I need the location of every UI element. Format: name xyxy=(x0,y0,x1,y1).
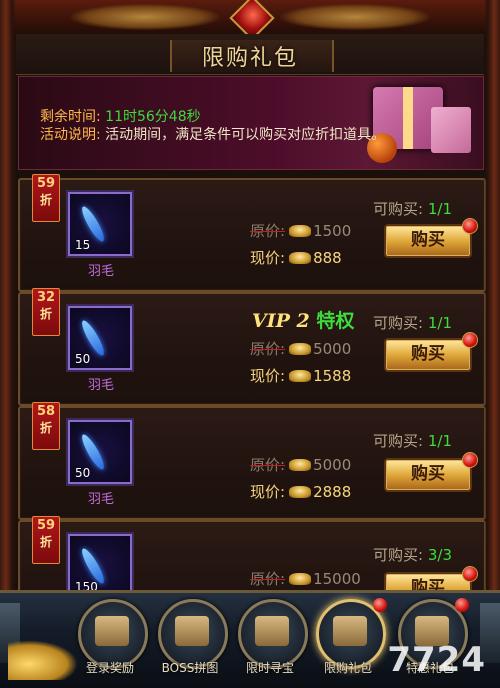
shop-item-row: 32 折 50 羽毛 VIP 2 特权 原价: 5000 现价: 1588 可购买:… xyxy=(18,288,486,406)
gold-coins-icon xyxy=(8,640,78,680)
purchase-limit: 可购买: 3/3 xyxy=(373,546,452,564)
tab-label: BOSS拼图 xyxy=(161,661,219,675)
current-price: 现价: 1588 xyxy=(250,367,352,385)
dragon-ornament-icon xyxy=(70,4,220,30)
item-slot[interactable]: 50 xyxy=(68,306,132,370)
page-title: 限购礼包 xyxy=(201,46,298,71)
gold-ingot-icon xyxy=(289,252,312,264)
item-quantity: 15 xyxy=(75,238,91,252)
remaining-time: 剩余时间: 11时56分48秒 xyxy=(40,106,201,126)
gold-ingot-icon xyxy=(289,225,312,237)
treasure-chest-icon xyxy=(255,616,289,646)
tab-label: 限时寻宝 xyxy=(245,661,294,675)
gift-box-icon xyxy=(95,616,129,646)
gold-ingot-icon xyxy=(289,370,312,382)
buy-button[interactable]: 购买 xyxy=(384,218,478,258)
gold-ingot-icon xyxy=(289,486,312,498)
dragon-ornament-icon xyxy=(280,4,430,30)
purchase-limit: 可购买: 1/1 xyxy=(373,314,452,332)
notification-dot-icon xyxy=(462,332,478,348)
buy-button[interactable]: 购买 xyxy=(384,332,478,372)
item-slot[interactable]: 150 xyxy=(68,534,132,598)
gold-ingot-icon xyxy=(289,459,312,471)
event-description-text: 活动期间，满足条件可以购买对应折扣道具。 xyxy=(105,127,386,143)
discount-tag: 58 折 xyxy=(32,402,60,450)
item-slot[interactable]: 50 xyxy=(68,420,132,484)
price-area: 原价: 15000 xyxy=(250,568,361,589)
tab-label: 登录奖励 xyxy=(85,661,134,675)
item-quantity: 50 xyxy=(75,466,91,480)
discount-tag: 32 折 xyxy=(32,288,60,336)
notification-dot-icon xyxy=(462,566,478,582)
shop-item-row: 59 折 15 羽毛 原价: 1500 现价: 888 可购买: 1/1 购买 xyxy=(18,174,486,292)
notification-dot-icon xyxy=(462,452,478,468)
discount-tag: 59 折 xyxy=(32,174,60,222)
watermark: 7724 xyxy=(387,640,486,680)
puzzle-icon xyxy=(175,616,209,646)
notification-dot-icon xyxy=(373,598,387,612)
price-area: 原价: 5000 现价: 1588 xyxy=(250,338,351,386)
gold-ingot-icon xyxy=(289,343,312,355)
notification-dot-icon xyxy=(455,598,469,612)
discount-tag: 59 折 xyxy=(32,516,60,564)
purchase-limit: 可购买: 1/1 xyxy=(373,432,452,450)
remaining-time-label: 剩余时间: xyxy=(40,109,101,125)
item-slot[interactable]: 15 xyxy=(68,192,132,256)
event-description: 活动说明: 活动期间，满足条件可以购买对应折扣道具。 xyxy=(40,124,385,144)
item-name: 羽毛 xyxy=(87,264,114,279)
purchase-limit: 可购买: 1/1 xyxy=(373,200,452,218)
gift-box-icon xyxy=(431,107,471,153)
price-area: 原价: 1500 现价: 888 xyxy=(250,220,351,268)
original-price: 原价: 5000 xyxy=(250,340,352,358)
item-name: 羽毛 xyxy=(87,378,114,393)
original-price: 原价: 1500 xyxy=(250,222,352,240)
vip-privilege-label: VIP 2 特权 xyxy=(252,310,355,332)
gift-bag-icon xyxy=(333,616,367,646)
current-price: 现价: 2888 xyxy=(250,483,352,501)
event-description-label: 活动说明: xyxy=(40,127,101,143)
gold-ingot-icon xyxy=(289,573,312,585)
item-name: 羽毛 xyxy=(87,492,114,507)
current-price: 现价: 888 xyxy=(250,249,342,267)
price-area: 原价: 5000 现价: 2888 xyxy=(250,454,351,502)
remaining-time-value: 11时56分48秒 xyxy=(105,109,201,125)
original-price: 原价: 15000 xyxy=(250,570,361,588)
buy-button[interactable]: 购买 xyxy=(384,452,478,492)
tab-label: 限购礼包 xyxy=(323,661,372,675)
item-quantity: 50 xyxy=(75,352,91,366)
notification-dot-icon xyxy=(462,218,478,234)
shop-item-row: 58 折 50 羽毛 原价: 5000 现价: 2888 可购买: 1/1 购买 xyxy=(18,402,486,520)
original-price: 原价: 5000 xyxy=(250,456,352,474)
